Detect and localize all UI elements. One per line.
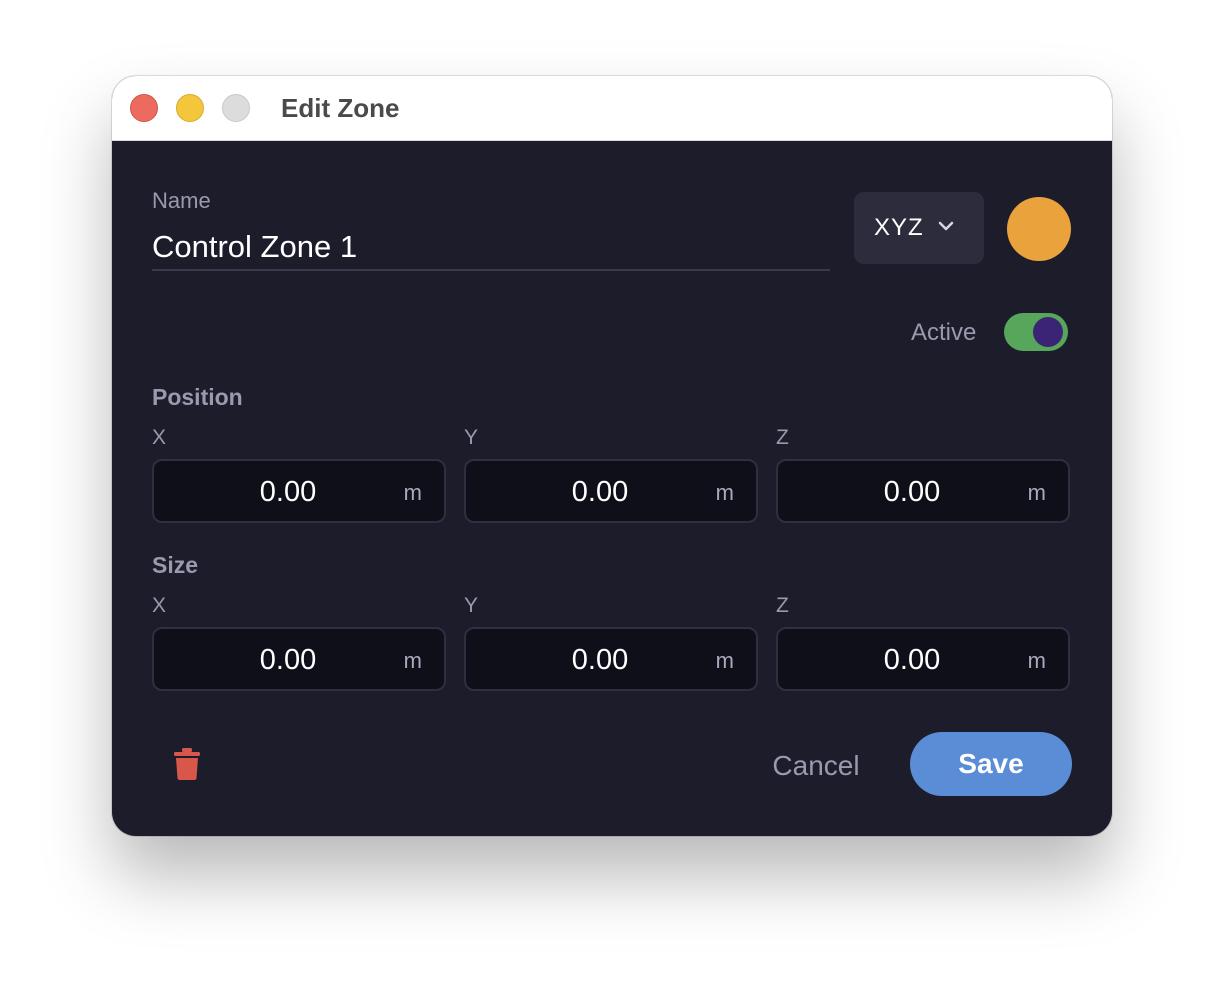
size-x-field[interactable]: 0.00 m [152,627,446,691]
trash-icon[interactable] [174,748,200,780]
dialog-content: Name XYZ Active Position X Y Z 0.00 m 0.… [112,141,1112,836]
size-x-label: X [152,594,167,617]
name-label: Name [152,188,211,213]
coordinate-system-value: XYZ [874,214,924,241]
position-z-value[interactable]: 0.00 [778,476,1046,508]
coordinate-system-select[interactable]: XYZ [854,192,984,264]
position-y-field[interactable]: 0.00 m [464,459,758,523]
size-y-field[interactable]: 0.00 m [464,627,758,691]
size-z-unit: m [1027,648,1046,673]
position-y-value[interactable]: 0.00 [466,476,734,508]
chevron-down-icon [938,221,954,231]
edit-zone-window: Edit Zone Name XYZ Active Position X Y Z… [112,76,1112,836]
position-heading: Position [152,384,243,410]
size-y-value[interactable]: 0.00 [466,644,734,676]
active-toggle[interactable] [1004,313,1068,351]
position-x-unit: m [403,480,422,505]
size-x-unit: m [403,648,422,673]
zone-color-swatch[interactable] [1007,197,1071,261]
save-button[interactable]: Save [910,732,1072,796]
size-heading: Size [152,552,199,578]
size-z-value[interactable]: 0.00 [778,644,1046,676]
size-z-field[interactable]: 0.00 m [776,627,1070,691]
size-y-unit: m [715,648,734,673]
window-title: Edit Zone [281,93,400,123]
position-y-label: Y [464,426,479,449]
title-bar: Edit Zone [112,76,1112,141]
position-y-unit: m [715,480,734,505]
size-y-label: Y [464,594,479,617]
toggle-knob [1033,317,1063,347]
position-z-unit: m [1027,480,1046,505]
name-input[interactable] [152,225,830,271]
position-z-field[interactable]: 0.00 m [776,459,1070,523]
position-z-label: Z [776,426,789,449]
window-minimize-button[interactable] [176,94,204,122]
position-x-label: X [152,426,167,449]
window-close-button[interactable] [130,94,158,122]
window-zoom-button[interactable] [222,94,250,122]
active-label: Active [911,319,977,346]
position-x-field[interactable]: 0.00 m [152,459,446,523]
cancel-button[interactable]: Cancel [752,747,880,783]
position-x-value[interactable]: 0.00 [154,476,422,508]
size-x-value[interactable]: 0.00 [154,644,422,676]
size-z-label: Z [776,594,789,617]
